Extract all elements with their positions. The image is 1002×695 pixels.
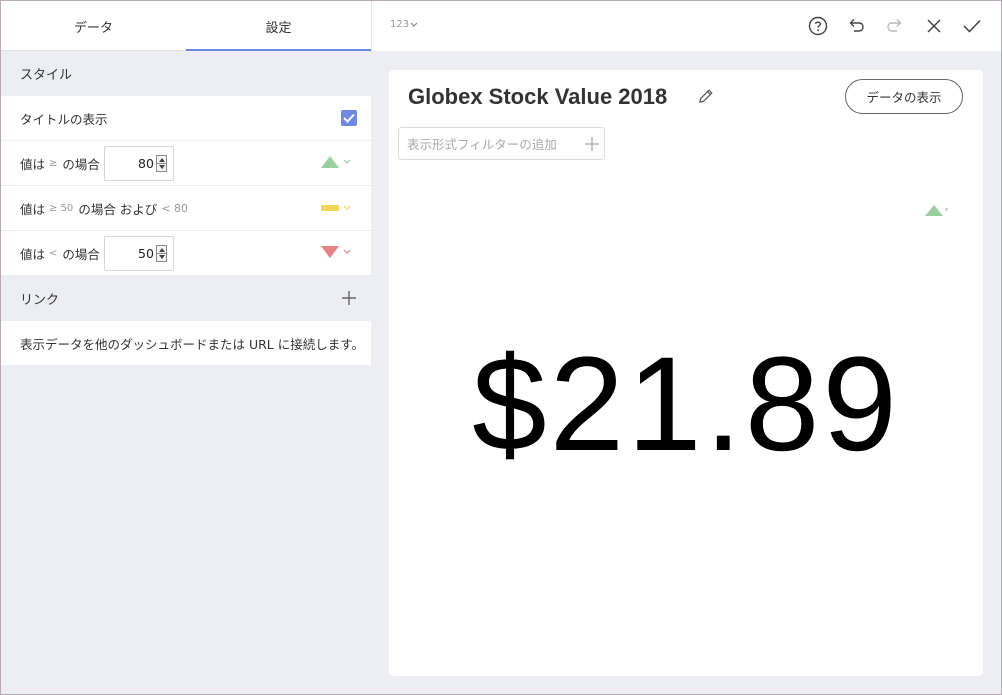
kpi-preview-card: Globex Stock Value 2018 データの表示 表示形式フィルター… <box>389 70 983 676</box>
green-up-triangle-icon <box>925 205 943 216</box>
rule-mid-row: 値は ≥ 50 の場合 および < 80 <box>1 186 371 231</box>
rule-low-value-input[interactable]: 50 <box>103 235 174 271</box>
rule-low-value: 50 <box>138 245 154 261</box>
number-format-button[interactable]: 123 <box>390 19 418 30</box>
filter-placeholder: 表示形式フィルターの追加 <box>407 137 557 152</box>
add-link-plus-icon[interactable] <box>341 290 357 306</box>
rule-mid-operator-low[interactable]: ≥ 50 <box>49 203 73 214</box>
rule-high-suffix: の場合 <box>62 156 100 172</box>
show-title-checkbox[interactable] <box>341 110 357 126</box>
rule-low-stepper[interactable] <box>155 244 167 262</box>
tab-settings[interactable]: 設定 <box>186 1 371 52</box>
card-title[interactable]: Globex Stock Value 2018 <box>408 84 667 110</box>
number-format-label: 123 <box>390 19 410 30</box>
close-icon <box>927 19 941 33</box>
top-toolbar: 123 <box>371 1 1001 51</box>
link-section-title: リンク <box>20 293 60 308</box>
tab-settings-label: 設定 <box>265 20 292 36</box>
show-data-label: データの表示 <box>866 90 942 105</box>
rule-low-suffix: の場合 <box>62 246 100 262</box>
undo-button[interactable] <box>845 15 867 37</box>
help-icon <box>808 16 828 36</box>
link-section-header: リンク <box>1 276 371 321</box>
confirm-button[interactable] <box>961 15 983 37</box>
green-up-triangle-icon <box>321 156 339 168</box>
checkmark-icon <box>343 113 355 123</box>
red-down-triangle-icon <box>321 246 339 258</box>
rule-high-prefix: 値は <box>20 156 46 172</box>
link-description-row: 表示データを他のダッシュボードまたは URL に接続します。 <box>1 321 371 365</box>
rule-mid-prefix: 値は <box>20 201 46 217</box>
show-data-button[interactable]: データの表示 <box>845 79 963 114</box>
add-format-filter-input[interactable]: 表示形式フィルターの追加 <box>398 127 605 160</box>
rule-high-operator[interactable]: ≥ <box>49 158 57 169</box>
rule-low-prefix: 値は <box>20 246 46 262</box>
tab-data[interactable]: データ <box>1 1 186 51</box>
yellow-bar-icon <box>321 205 339 211</box>
chevron-down-icon <box>410 22 418 27</box>
checkmark-icon <box>963 19 981 33</box>
rule-high-value: 80 <box>138 155 154 171</box>
settings-panel: データ 設定 スタイル タイトルの表示 値は ≥ の場合 80 値は ≥ 50 … <box>1 1 371 693</box>
tab-data-label: データ <box>73 20 113 36</box>
help-button[interactable] <box>807 15 829 37</box>
rule-high-indicator-picker[interactable] <box>321 156 351 168</box>
rule-high-value-input[interactable]: 80 <box>103 145 174 181</box>
chevron-down-icon <box>343 249 351 254</box>
style-section-title: スタイル <box>20 68 73 83</box>
panel-tabs: データ 設定 <box>1 1 371 52</box>
rule-low-indicator-picker[interactable] <box>321 246 351 258</box>
rule-high-row: 値は ≥ の場合 80 <box>1 141 371 186</box>
rule-low-operator[interactable]: < <box>49 248 57 259</box>
style-section-header: スタイル <box>1 51 371 96</box>
pencil-edit-icon[interactable] <box>697 87 715 105</box>
rule-low-row: 値は < の場合 50 <box>1 231 371 276</box>
kpi-status-indicator <box>925 205 948 216</box>
show-title-label: タイトルの表示 <box>20 111 108 127</box>
rule-mid-middle: の場合 および <box>78 201 158 217</box>
close-button[interactable] <box>923 15 945 37</box>
rule-high-stepper[interactable] <box>155 154 167 172</box>
show-title-row[interactable]: タイトルの表示 <box>1 96 371 141</box>
link-description: 表示データを他のダッシュボードまたは URL に接続します。 <box>20 336 364 352</box>
plus-icon[interactable] <box>584 136 600 152</box>
kpi-value: $21.89 <box>472 330 900 479</box>
chevron-down-icon <box>343 205 351 210</box>
undo-icon <box>849 19 864 32</box>
redo-icon <box>887 19 902 32</box>
rule-mid-operator-high[interactable]: < 80 <box>161 202 188 215</box>
redo-button[interactable] <box>884 15 906 37</box>
rule-mid-indicator-picker[interactable] <box>321 205 351 211</box>
chevron-down-icon <box>343 159 351 164</box>
